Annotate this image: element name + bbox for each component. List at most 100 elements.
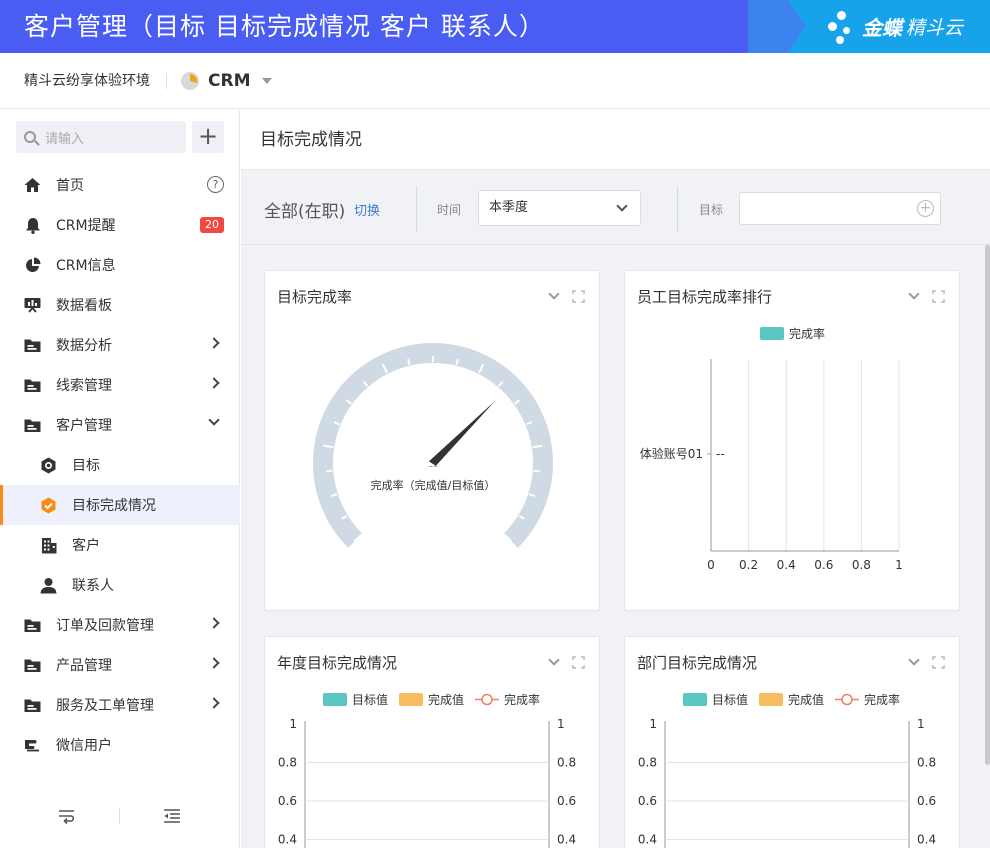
legend-label: 目标值 (352, 692, 388, 707)
switch-scope-link[interactable]: 切换 (354, 200, 380, 219)
sidebar-footer (0, 806, 240, 826)
search-input[interactable]: 请输入 (16, 121, 186, 153)
sidebar-item-label: 产品管理 (56, 658, 112, 674)
add-circle-icon[interactable]: + (917, 200, 934, 217)
y-tick-label-right: 0.6 (557, 794, 576, 808)
legend-label: 完成值 (428, 692, 464, 707)
wechat-user-icon (24, 737, 41, 754)
legend-marker (841, 693, 853, 706)
brand-logo: 金蝶 精斗云 (826, 0, 963, 53)
sidebar-item-label: 首页 (56, 178, 84, 194)
divider (119, 808, 120, 824)
sidebar-item-leads[interactable]: 线索管理 (0, 365, 240, 405)
expand-icon[interactable] (572, 288, 585, 303)
add-button[interactable]: + (192, 121, 224, 153)
sidebar-item-dashboard[interactable]: 数据看板 (0, 285, 240, 325)
sidebar-item-label: 目标 (72, 458, 100, 474)
brand-name: 金蝶 (862, 16, 902, 40)
y-tick-label-left: 0.6 (278, 794, 297, 808)
department-card: 部门目标完成情况 目标值 完成值 完成率 1 1 0.8 0.8 0.6 0.6 0.4 0.4 (624, 636, 960, 848)
card-title: 目标完成率 (277, 288, 353, 306)
sidebar-item-label: 数据看板 (56, 298, 112, 314)
scrollbar[interactable] (985, 245, 990, 765)
person-icon (40, 577, 57, 594)
help-icon[interactable]: ? (207, 176, 224, 193)
filter-bar: 全部(在职) 切换 时间 本季度 目标 + (241, 171, 990, 245)
y-tick-label-left: 0.8 (638, 756, 657, 770)
time-select[interactable]: 本季度 (478, 190, 641, 226)
shield-check-icon (40, 497, 57, 514)
sidebar-item-crm-reminder[interactable]: CRM提醒 20 (0, 205, 240, 245)
target-icon (40, 457, 57, 474)
y-tick-label-left: 0.4 (638, 833, 657, 847)
sidebar-item-target[interactable]: 目标 (0, 445, 240, 485)
time-select-value: 本季度 (489, 200, 529, 215)
sidebar-item-wechat-users[interactable]: 微信用户 (0, 725, 240, 765)
expand-icon[interactable] (932, 288, 945, 303)
app-name: CRM (208, 71, 251, 91)
y-tick-label-left: 1 (289, 717, 297, 731)
gauge-value: -- (428, 459, 438, 474)
sidebar-item-contact[interactable]: 联系人 (0, 565, 240, 605)
sidebar-item-data-analysis[interactable]: 数据分析 (0, 325, 240, 365)
notification-badge: 20 (200, 217, 224, 233)
expand-icon[interactable] (572, 654, 585, 669)
folder-icon (24, 617, 41, 634)
sidebar-item-customer-management[interactable]: 客户管理 (0, 405, 240, 445)
sidebar-item-label: 联系人 (72, 578, 114, 594)
legend-swatch (683, 693, 707, 706)
gauge-card: 目标完成率 -- 完成率（完成值/目标值） (264, 270, 600, 611)
dashboard-icon (24, 297, 41, 314)
sidebar-item-label: 服务及工单管理 (56, 698, 154, 714)
sidebar-item-customer[interactable]: 客户 (0, 525, 240, 565)
sidebar-item-orders[interactable]: 订单及回款管理 (0, 605, 240, 645)
gauge-track (313, 343, 553, 548)
chevron-down-icon[interactable] (908, 288, 920, 300)
y-tick-label-right: 1 (917, 717, 925, 731)
building-icon (40, 537, 57, 554)
chevron-down-icon (616, 200, 628, 212)
expand-icon[interactable] (932, 654, 945, 669)
data-label: -- (716, 447, 725, 461)
y-tick-label-right: 0.4 (917, 833, 936, 847)
main-content: 目标完成情况 全部(在职) 切换 时间 本季度 目标 + 目标完成率 -- 完成率… (241, 110, 990, 848)
chevron-down-icon[interactable] (908, 654, 920, 666)
environment-name[interactable]: 精斗云纷享体验环境 (24, 53, 150, 109)
chevron-down-icon[interactable] (548, 654, 560, 666)
y-tick-label-right: 1 (557, 717, 565, 731)
search-placeholder: 请输入 (45, 131, 85, 147)
legend-swatch (760, 327, 784, 340)
y-tick-label-right: 0.8 (917, 756, 936, 770)
y-tick-label-left: 0.8 (278, 756, 297, 770)
legend-swatch (759, 693, 783, 706)
folder-icon (24, 657, 41, 674)
ranking-card: 员工目标完成率排行 完成率 0 0.2 0.4 0.6 0.8 1 体验账号01 -- (624, 270, 960, 611)
sidebar-item-label: 订单及回款管理 (56, 618, 154, 634)
sidebar-item-target-completion[interactable]: 目标完成情况 (0, 485, 240, 525)
sidebar-item-products[interactable]: 产品管理 (0, 645, 240, 685)
chevron-right-icon (208, 337, 220, 349)
caret-down-icon (262, 78, 273, 84)
gauge-caption: 完成率（完成值/目标值） (371, 478, 496, 492)
divider (677, 186, 678, 232)
brand-dots-icon (826, 7, 858, 47)
sidebar-item-home[interactable]: 首页 ? (0, 165, 240, 205)
folder-icon (24, 377, 41, 394)
sidebar-item-crm-info[interactable]: CRM信息 (0, 245, 240, 285)
card-title: 年度目标完成情况 (277, 654, 398, 672)
home-icon (24, 177, 41, 194)
department-chart: 目标值 完成值 完成率 1 1 0.8 0.8 0.6 0.6 0.4 0.4 (638, 692, 936, 848)
target-picker[interactable]: + (739, 192, 941, 225)
y-tick-label-right: 0.8 (557, 756, 576, 770)
chevron-down-icon (208, 414, 220, 426)
collapse-sidebar-icon[interactable] (163, 806, 181, 826)
y-tick-label-left: 1 (649, 717, 657, 731)
legend-label: 完成值 (788, 692, 824, 707)
app-switcher[interactable]: CRM (181, 53, 273, 109)
sidebar-item-service[interactable]: 服务及工单管理 (0, 685, 240, 725)
chevron-down-icon[interactable] (548, 288, 560, 300)
wrap-toggle-icon[interactable] (58, 806, 76, 826)
folder-icon (24, 337, 41, 354)
chevron-right-icon (208, 697, 220, 709)
gauge-needle (428, 400, 496, 466)
